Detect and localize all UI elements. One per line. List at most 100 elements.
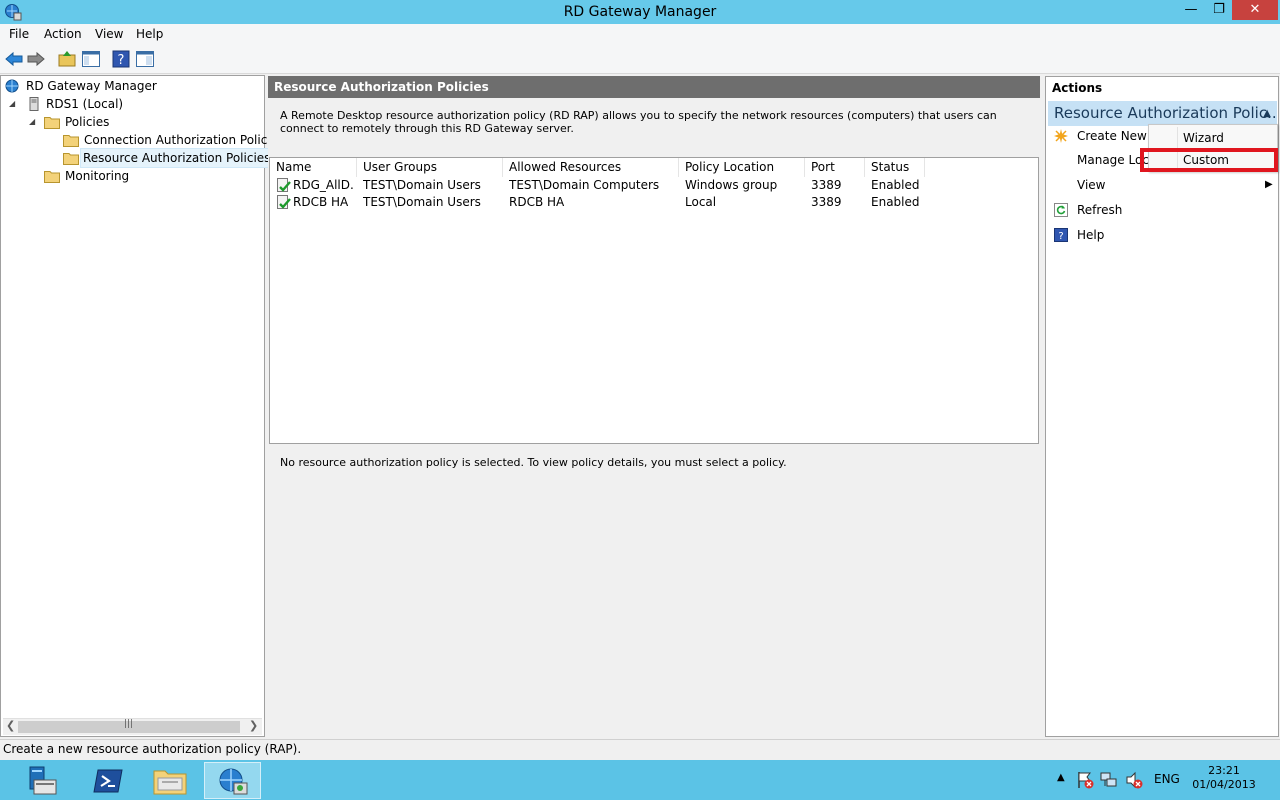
cell-allowed-resources: TEST\Domain Computers	[509, 178, 660, 192]
action-center-icon[interactable]	[1076, 771, 1094, 789]
show-hide-action-pane-icon[interactable]	[135, 49, 155, 69]
help-icon[interactable]: ?	[111, 49, 131, 69]
policy-enabled-icon	[277, 195, 291, 209]
cell-status: Enabled	[871, 178, 920, 192]
close-button[interactable]: ✕	[1232, 0, 1278, 20]
column-header-port[interactable]: Port	[805, 158, 865, 177]
menu-action[interactable]: Action	[44, 26, 82, 42]
minimize-button[interactable]: —	[1176, 0, 1206, 20]
submenu-arrow-icon: ▶	[1265, 179, 1273, 190]
tree-label: Connection Authorization Policies	[84, 133, 285, 147]
column-header-status[interactable]: Status	[865, 158, 925, 177]
show-hidden-icons-icon[interactable]: ▲	[1057, 772, 1065, 783]
results-pane: Resource Authorization Policies A Remote…	[268, 75, 1042, 737]
cell-status: Enabled	[871, 195, 920, 209]
folder-icon	[44, 171, 60, 183]
taskbar-rd-gateway-manager[interactable]	[204, 762, 261, 799]
table-row[interactable]: RDCB HA TEST\Domain Users RDCB HA Local …	[270, 194, 1038, 211]
cell-port: 3389	[811, 195, 842, 209]
cell-user-groups: TEST\Domain Users	[363, 178, 481, 192]
cell-policy-location: Local	[685, 195, 717, 209]
up-folder-icon[interactable]	[57, 49, 77, 69]
rd-gateway-icon	[5, 79, 19, 93]
scrollbar-thumb[interactable]: |||	[18, 719, 240, 733]
column-header-user-groups[interactable]: User Groups	[357, 158, 503, 177]
svg-text:?: ?	[118, 53, 125, 68]
show-hide-tree-icon[interactable]	[81, 49, 101, 69]
menu-help[interactable]: Help	[136, 26, 163, 42]
tree-item-root[interactable]: RD Gateway Manager	[5, 77, 255, 95]
scroll-left-icon[interactable]: ❮	[6, 719, 15, 732]
speaker-muted-icon[interactable]	[1125, 771, 1143, 789]
cell-policy-location: Windows group	[685, 178, 778, 192]
scroll-right-icon[interactable]: ❯	[249, 719, 258, 732]
server-manager-icon	[29, 766, 57, 795]
section-label: Resource Authorization Polic...	[1054, 104, 1277, 122]
cell-name: RDCB HA	[293, 195, 349, 209]
folder-icon	[63, 135, 79, 147]
tree-item-rap[interactable]: Resource Authorization Policies	[5, 148, 274, 168]
cell-port: 3389	[811, 178, 842, 192]
pane-title: Resource Authorization Policies	[268, 76, 1040, 98]
action-help[interactable]: ? Help	[1046, 224, 1276, 246]
expanded-arrow-icon[interactable]: ◢	[29, 113, 35, 131]
tree-label: RD Gateway Manager	[26, 79, 157, 93]
tree-label: Resource Authorization Policies	[80, 148, 274, 168]
column-header-policy-location[interactable]: Policy Location	[679, 158, 805, 177]
expanded-arrow-icon[interactable]: ◢	[9, 95, 15, 113]
help-icon: ?	[1054, 228, 1068, 242]
taskbar-powershell[interactable]	[80, 762, 137, 799]
actions-section-header[interactable]: Resource Authorization Polic... ▲	[1048, 101, 1277, 126]
tree-item-monitoring[interactable]: Monitoring	[5, 167, 255, 185]
actions-title: Actions	[1052, 81, 1103, 95]
network-icon[interactable]	[1100, 771, 1118, 789]
clock-date: 01/04/2013	[1192, 778, 1256, 791]
menu-file[interactable]: File	[9, 26, 29, 42]
action-label: Create New P	[1077, 129, 1158, 143]
policy-list[interactable]: Name User Groups Allowed Resources Polic…	[269, 157, 1039, 444]
status-text: Create a new resource authorization poli…	[3, 742, 302, 756]
horizontal-scrollbar[interactable]: ❮ ||| ❯	[3, 718, 262, 735]
pane-description: A Remote Desktop resource authorization …	[280, 109, 997, 135]
powershell-icon	[93, 769, 123, 793]
title-bar: RD Gateway Manager — ❐ ✕	[0, 0, 1280, 24]
maximize-button[interactable]: ❐	[1204, 0, 1234, 20]
column-header-allowed-resources[interactable]: Allowed Resources	[503, 158, 679, 177]
cell-name: RDG_AllD...	[293, 178, 355, 192]
action-label: Refresh	[1077, 203, 1123, 217]
tree-label: RDS1 (Local)	[46, 97, 124, 111]
taskbar: ▲ ENG 23:21 01/04/2013	[0, 760, 1280, 800]
new-star-icon	[1054, 129, 1068, 143]
toolbar: ?	[0, 44, 1280, 74]
folder-icon	[44, 117, 60, 129]
table-row[interactable]: RDG_AllD... TEST\Domain Users TEST\Domai…	[270, 177, 1038, 194]
column-header-name[interactable]: Name	[270, 158, 357, 177]
refresh-icon	[1054, 203, 1068, 217]
rd-gateway-icon	[219, 768, 248, 795]
cell-allowed-resources: RDCB HA	[509, 195, 565, 209]
clock[interactable]: 23:21 01/04/2013	[1188, 764, 1260, 792]
tree-item-policies[interactable]: ◢ Policies	[5, 113, 255, 131]
forward-arrow-icon[interactable]	[26, 49, 46, 69]
server-icon	[29, 97, 39, 111]
tree-item-server[interactable]: ◢ RDS1 (Local)	[5, 95, 255, 113]
file-explorer-icon	[153, 770, 187, 795]
menu-view[interactable]: View	[95, 26, 123, 42]
taskbar-server-manager[interactable]	[12, 762, 69, 799]
action-refresh[interactable]: Refresh	[1046, 199, 1276, 221]
back-arrow-icon[interactable]	[4, 49, 24, 69]
language-indicator[interactable]: ENG	[1154, 772, 1180, 786]
clock-time: 23:21	[1208, 764, 1240, 777]
tree-item-cap[interactable]: Connection Authorization Policies	[5, 131, 284, 149]
taskbar-file-explorer[interactable]	[142, 762, 199, 799]
folder-icon	[63, 153, 79, 165]
submenu-item-wizard[interactable]: Wizard	[1149, 127, 1277, 149]
action-view[interactable]: View ▶	[1046, 174, 1276, 196]
menu-bar: File Action View Help	[0, 24, 1280, 44]
tree-label: Monitoring	[65, 169, 130, 183]
actions-pane: Actions Resource Authorization Polic... …	[1045, 76, 1279, 737]
tree-label: Policies	[65, 115, 110, 129]
grip-icon: |||	[124, 719, 134, 729]
collapse-arrow-icon[interactable]: ▲	[1263, 101, 1271, 126]
action-label: Help	[1077, 228, 1105, 242]
